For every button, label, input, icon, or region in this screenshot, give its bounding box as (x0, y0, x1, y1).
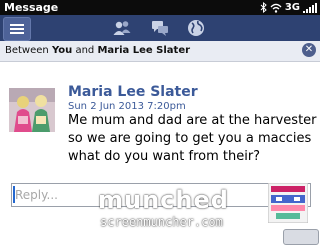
signal-icon (303, 2, 317, 13)
watermark-logo: munched (98, 186, 229, 214)
send-button[interactable] (283, 229, 319, 245)
header-you: You (51, 45, 73, 56)
status-bar: Message 3G (0, 0, 320, 15)
globe-icon[interactable] (186, 18, 206, 38)
header-prefix: Between (5, 45, 49, 56)
contacts-icon[interactable] (112, 18, 132, 38)
conversation-header: Between You and Maria Lee Slater ✕ (0, 41, 320, 62)
close-conversation-icon[interactable]: ✕ (302, 43, 316, 57)
conversation-participants: Between You and Maria Lee Slater (5, 45, 190, 56)
avatar[interactable] (9, 88, 55, 132)
status-icons: 3G (260, 1, 317, 14)
text-caret (13, 186, 15, 203)
avatar-photo (9, 88, 55, 132)
message-timestamp: Sun 2 Jun 2013 7:20pm (68, 101, 186, 112)
menu-button[interactable] (3, 17, 31, 41)
sticker-thumbnail-icon[interactable] (268, 183, 308, 223)
bluetooth-icon (260, 2, 267, 13)
wifi-icon (270, 3, 282, 13)
message-sender[interactable]: Maria Lee Slater (68, 84, 198, 100)
chats-icon[interactable] (150, 18, 170, 38)
status-title: Message (4, 1, 59, 14)
message-text: Me mum and dad are at the harvester so w… (68, 113, 317, 164)
toolbar (0, 15, 320, 42)
network-type: 3G (284, 2, 300, 13)
header-and: and (75, 45, 95, 56)
watermark-url: screenmuncher.com (100, 215, 223, 229)
header-contact: Maria Lee Slater (97, 45, 191, 56)
